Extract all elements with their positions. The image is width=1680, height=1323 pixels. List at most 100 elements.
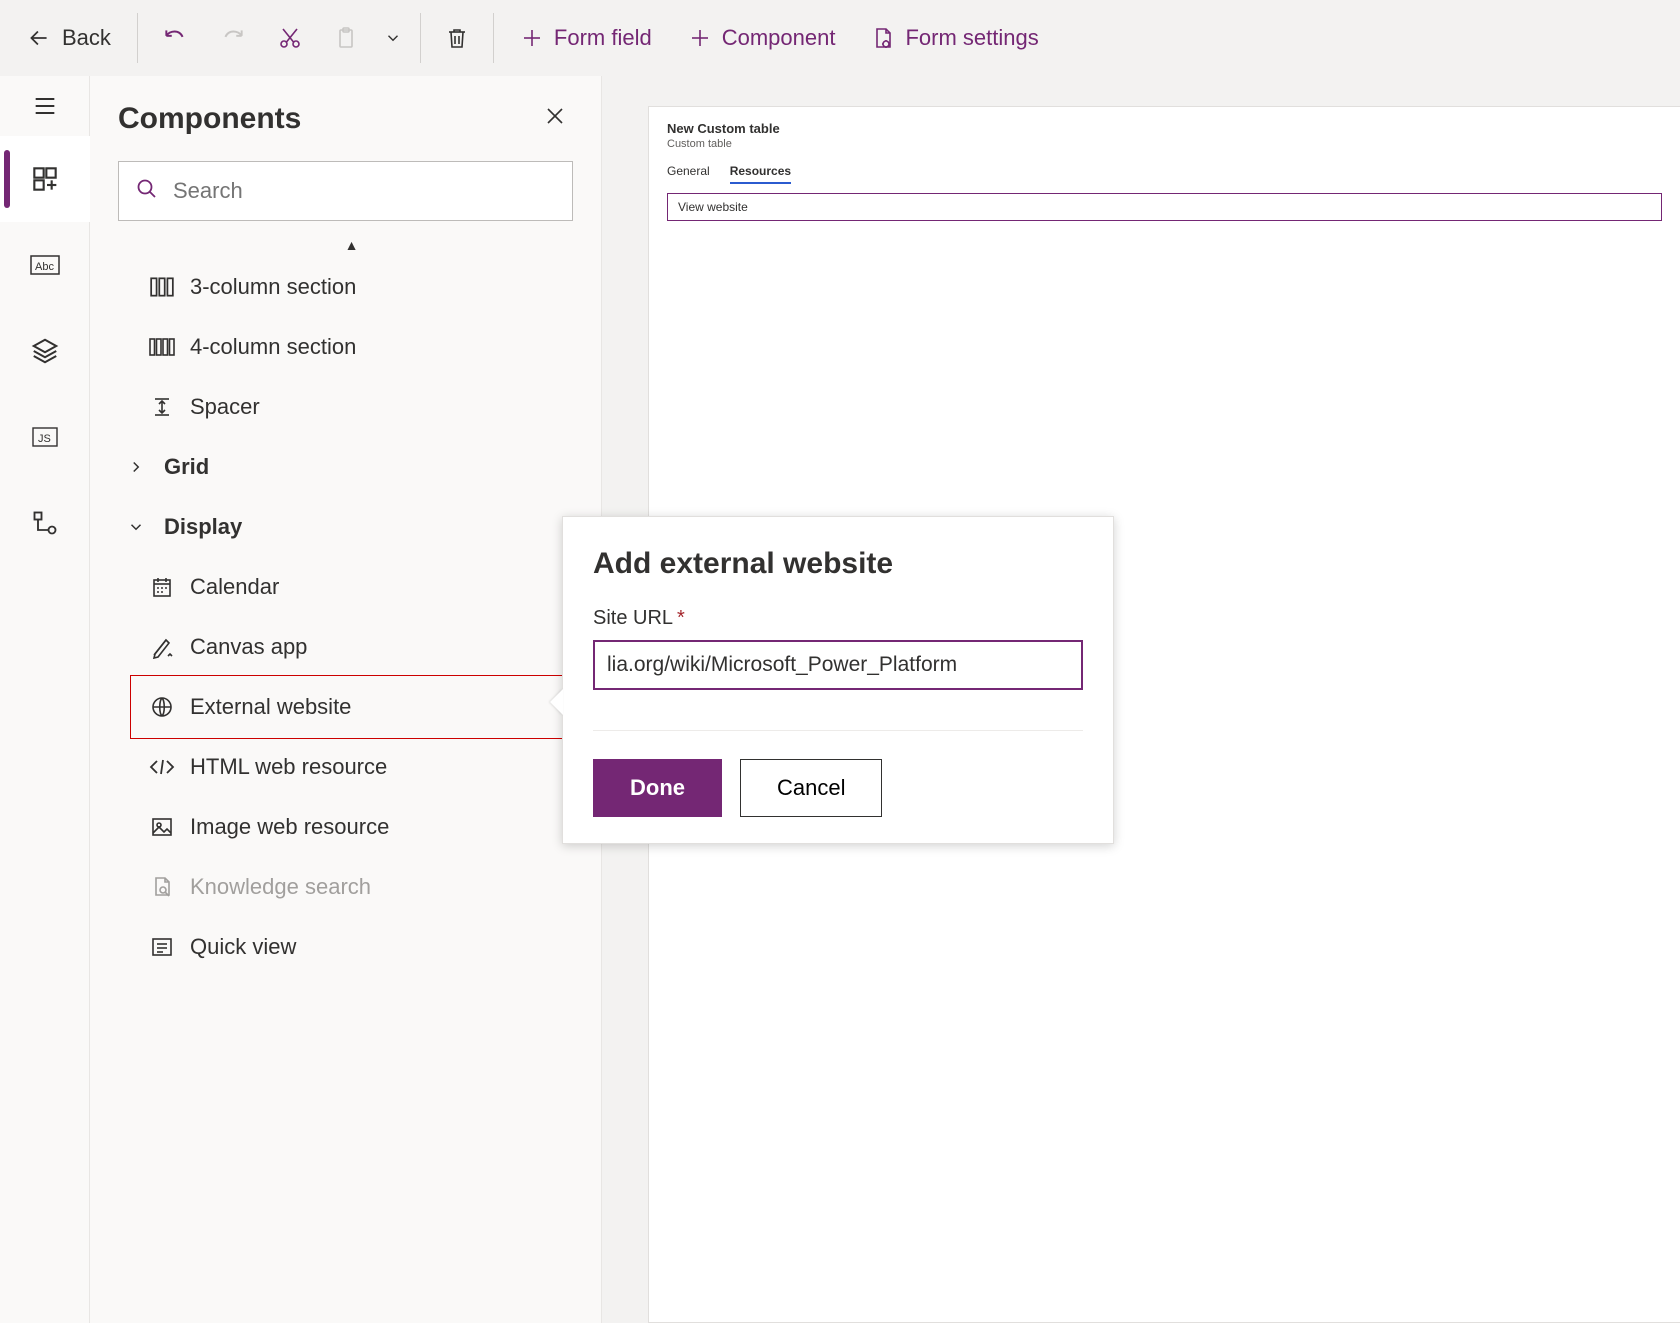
undo-button[interactable] (148, 13, 202, 63)
code-icon (148, 757, 176, 777)
search-icon (135, 177, 159, 206)
calendar-icon (148, 575, 176, 599)
plus-icon (520, 26, 544, 50)
command-bar: Back Form field Compone (0, 0, 1680, 76)
rail-components[interactable] (0, 136, 90, 222)
scroll-up-indicator[interactable]: ▲ (110, 237, 593, 257)
cut-icon (278, 26, 302, 50)
item-label: Canvas app (190, 634, 307, 660)
divider (493, 13, 494, 63)
divider (137, 13, 138, 63)
add-component-button[interactable]: Component (672, 13, 852, 63)
form-field-label: Form field (554, 25, 652, 51)
site-url-label: Site URL * (593, 607, 1083, 630)
group-label: Grid (164, 454, 209, 480)
group-grid[interactable]: Grid (110, 437, 593, 497)
label-text: Site URL (593, 607, 673, 630)
chevron-right-icon (122, 458, 150, 476)
svg-text:Abc: Abc (35, 261, 54, 273)
required-indicator: * (677, 607, 685, 630)
item-label: External website (190, 694, 351, 720)
divider (420, 13, 421, 63)
add-form-field-button[interactable]: Form field (504, 13, 668, 63)
item-label: Quick view (190, 934, 296, 960)
dialog-footer: Done Cancel (593, 730, 1083, 817)
delete-button[interactable] (431, 13, 483, 63)
panel-title: Components (118, 102, 301, 136)
rail-hamburger[interactable] (0, 76, 90, 136)
tab-general[interactable]: General (667, 164, 710, 184)
item-canvas-app[interactable]: Canvas app (110, 617, 593, 677)
component-label: Component (722, 25, 836, 51)
item-label: 3-column section (190, 274, 356, 300)
chevron-down-icon (384, 29, 402, 47)
canvas-subtitle: Custom table (667, 138, 1662, 150)
canvas-title: New Custom table (667, 121, 1662, 136)
plus-icon (688, 26, 712, 50)
rail-js[interactable]: JS (0, 394, 90, 480)
back-button[interactable]: Back (10, 13, 127, 63)
component-tree: ▲ 3-column section 4-column section Spac… (90, 229, 601, 1323)
spacer-icon (148, 395, 176, 419)
globe-icon (148, 695, 176, 719)
add-external-website-dialog: Add external website Site URL * Done Can… (562, 516, 1114, 844)
knowledge-search-icon (148, 875, 176, 899)
item-image-web-resource[interactable]: Image web resource (110, 797, 593, 857)
rail-layers[interactable] (0, 308, 90, 394)
paste-icon (334, 26, 358, 50)
section-label: View website (678, 200, 748, 214)
left-rail: Abc JS (0, 76, 90, 1323)
group-label: Display (164, 514, 242, 540)
cut-button[interactable] (264, 13, 316, 63)
item-quick-view[interactable]: Quick view (110, 917, 593, 977)
back-label: Back (62, 25, 111, 51)
undo-icon (162, 25, 188, 51)
tab-resources[interactable]: Resources (730, 164, 791, 184)
paste-options-button[interactable] (376, 13, 410, 63)
canvas-section-view-website[interactable]: View website (667, 193, 1662, 221)
columns-4-icon (148, 336, 176, 358)
item-label: Calendar (190, 574, 279, 600)
search-box[interactable] (118, 161, 573, 221)
quick-view-icon (148, 936, 176, 958)
item-label: Knowledge search (190, 874, 371, 900)
item-external-website[interactable]: External website (110, 677, 593, 737)
search-input[interactable] (173, 178, 556, 204)
arrow-left-icon (26, 25, 52, 51)
trash-icon (445, 26, 469, 50)
group-display[interactable]: Display (110, 497, 593, 557)
cancel-button[interactable]: Cancel (740, 759, 882, 817)
dialog-pointer (550, 689, 563, 715)
panel-header: Components (90, 76, 601, 149)
redo-button[interactable] (206, 13, 260, 63)
item-4-column-section[interactable]: 4-column section (110, 317, 593, 377)
close-panel-button[interactable] (537, 98, 573, 139)
form-settings-button[interactable]: Form settings (855, 13, 1054, 63)
done-button[interactable]: Done (593, 759, 722, 817)
rail-abc[interactable]: Abc (0, 222, 90, 308)
form-settings-label: Form settings (905, 25, 1038, 51)
svg-text:JS: JS (38, 433, 51, 445)
chevron-down-icon (122, 518, 150, 536)
item-knowledge-search[interactable]: Knowledge search (110, 857, 593, 917)
item-label: Spacer (190, 394, 260, 420)
main-area: Abc JS Components ▲ (0, 76, 1680, 1323)
columns-3-icon (148, 276, 176, 298)
item-label: 4-column section (190, 334, 356, 360)
redo-icon (220, 25, 246, 51)
item-label: Image web resource (190, 814, 389, 840)
item-calendar[interactable]: Calendar (110, 557, 593, 617)
paste-button[interactable] (320, 13, 372, 63)
rail-tree[interactable] (0, 480, 90, 566)
item-html-web-resource[interactable]: HTML web resource (110, 737, 593, 797)
image-icon (148, 816, 176, 838)
site-url-input[interactable] (593, 640, 1083, 690)
item-spacer[interactable]: Spacer (110, 377, 593, 437)
dialog-title: Add external website (593, 547, 1083, 581)
canvas-tabs: General Resources (667, 164, 1662, 185)
item-3-column-section[interactable]: 3-column section (110, 257, 593, 317)
form-settings-icon (871, 26, 895, 50)
canvas-app-icon (148, 635, 176, 659)
components-panel: Components ▲ 3-column section 4-column s… (90, 76, 602, 1323)
item-label: HTML web resource (190, 754, 387, 780)
